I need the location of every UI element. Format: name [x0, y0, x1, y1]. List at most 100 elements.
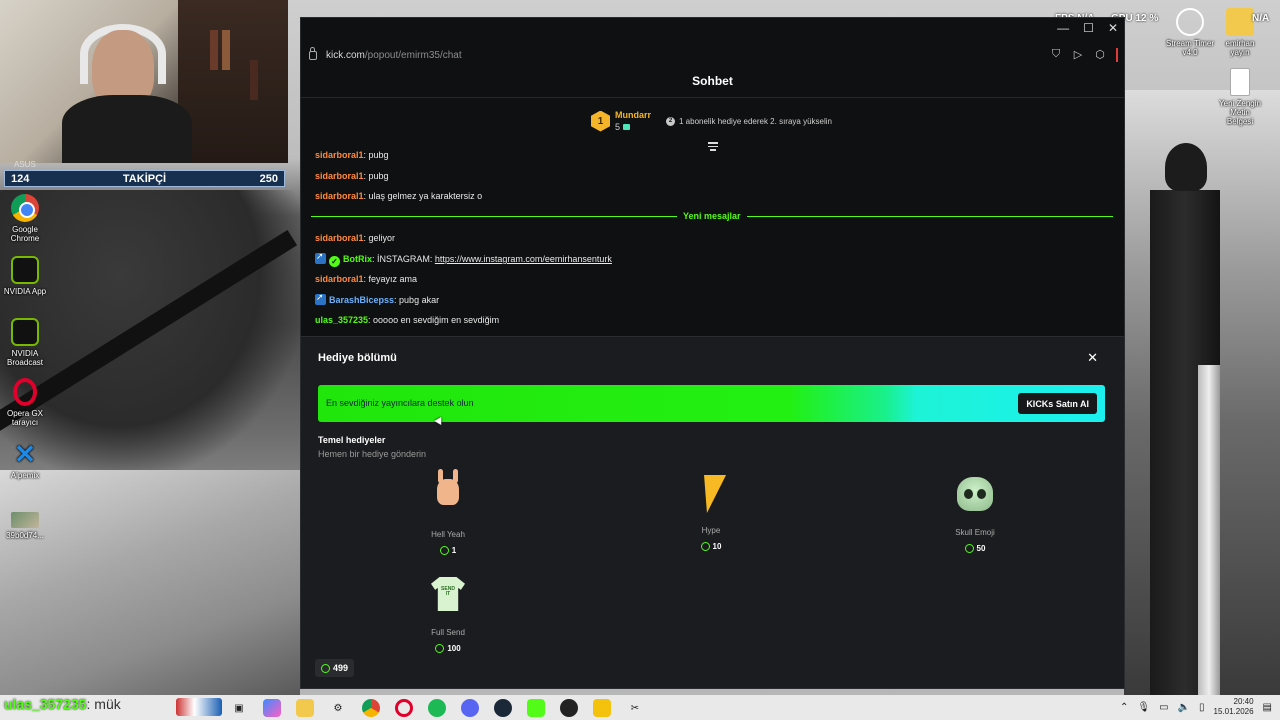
maximize-icon[interactable]: ☐: [1083, 21, 1094, 35]
chat-username[interactable]: sidarboral1: [315, 274, 364, 284]
copilot-icon[interactable]: [263, 699, 281, 717]
desktop-icon-image-file[interactable]: 39b0d74...: [1, 512, 49, 540]
basic-gifts-title: Temel hediyeler: [318, 435, 386, 445]
desktop-icon-stream-timer[interactable]: Stream Timer v4.0: [1166, 8, 1214, 57]
chat-username[interactable]: BarashBicepss: [329, 295, 394, 305]
title-divider: [301, 97, 1124, 98]
nvidia-broadcast-icon: [11, 318, 39, 346]
desktop-icon-label: emirhan yayın: [1225, 39, 1255, 57]
chat-text: : pubg akar: [394, 295, 440, 305]
gift-leaderboard[interactable]: 1 Mundarr 5 2 1 abonelik hediye ederek 2…: [591, 109, 832, 133]
chat-username[interactable]: sidarboral1: [315, 191, 364, 201]
stream-chat-overlay: ulas_357235: mük: [4, 696, 121, 712]
desktop-icon-label: Yeni Zengin Metin Belgesi: [1219, 99, 1261, 126]
close-window-icon[interactable]: ✕: [1108, 21, 1118, 35]
leader-name: Mundarr: [615, 110, 651, 120]
taskbar-widget-logo[interactable]: [176, 698, 222, 716]
desktop-icon-opera-gx[interactable]: Opera GX tarayıcı: [1, 378, 49, 427]
wallpaper-post-cap: [1165, 143, 1207, 191]
chevron-up-icon[interactable]: ⌃: [1120, 702, 1128, 713]
webcam-book: [210, 30, 218, 70]
extension-icon[interactable]: ⬡: [1094, 48, 1106, 62]
desktop-icon-nvidia-broadcast[interactable]: NVIDIA Broadcast: [1, 318, 49, 367]
microphone-icon[interactable]: 🎙: [1137, 702, 1150, 713]
desktop-icon-label: Alpemix: [10, 471, 40, 480]
minimize-icon[interactable]: —: [1057, 21, 1069, 35]
close-icon[interactable]: ✕: [1087, 350, 1098, 366]
volume-icon[interactable]: 🔈: [1178, 702, 1190, 713]
leader-info: Mundarr 5: [615, 109, 651, 133]
promo-text: En sevdiğiniz yayıncılara destek olun: [326, 398, 474, 408]
wallpaper-terrace: [0, 470, 300, 695]
follower-goal: 250: [259, 172, 278, 185]
desktop-icon-chrome[interactable]: Google Chrome: [1, 194, 49, 243]
gift-name: Skull Emoji: [955, 528, 995, 537]
gift-card-full-send[interactable]: Full Send 100: [398, 574, 498, 658]
chat-username[interactable]: sidarboral1: [315, 171, 364, 181]
address-bar[interactable]: kick.com /popout/emirm35/chat ⛉ ▷ ⬡: [301, 45, 1124, 65]
desktop-icon-alpemix[interactable]: ✕ Alpemix: [1, 440, 49, 480]
buy-kicks-button[interactable]: KICKs Satın Al: [1018, 393, 1097, 414]
shield-icon[interactable]: ⛉: [1050, 48, 1062, 62]
battery-icon[interactable]: ▯: [1199, 702, 1205, 713]
chat-text: : pubg: [363, 150, 389, 160]
wallpaper-lamp: [1198, 365, 1220, 695]
recording-indicator: [1116, 48, 1118, 62]
clock-time: 20:40: [1233, 697, 1254, 706]
gift-panel-title: Hediye bölümü: [318, 352, 397, 364]
chat-username[interactable]: sidarboral1: [315, 233, 364, 243]
alpemix-icon: ✕: [14, 439, 36, 469]
scroll-to-bottom-icon[interactable]: [708, 142, 718, 151]
webcam-book: [250, 60, 258, 100]
webcam-streamer-body: [62, 95, 192, 163]
gift-card-hype[interactable]: Hype 10: [661, 475, 761, 556]
gift-card-hell-yeah[interactable]: Hell Yeah 1: [398, 469, 498, 560]
rockstar-icon[interactable]: [593, 699, 611, 717]
overlay-message: : mük: [86, 696, 121, 712]
taskbar-apps: ▣ ⚙ ✂: [230, 699, 644, 717]
leader-count: 5: [615, 121, 651, 133]
url-host: kick.com: [326, 49, 365, 61]
rank-up-icon: 2: [666, 116, 675, 126]
network-icon[interactable]: ▭: [1159, 702, 1168, 713]
opera-gx-taskbar-icon[interactable]: [395, 699, 413, 717]
desktop-icon-label: Google Chrome: [10, 225, 40, 243]
chat-link[interactable]: https://www.instagram.com/eemirhansentur…: [435, 254, 612, 264]
gift-icon: [623, 124, 631, 130]
shirt-icon: [430, 577, 466, 617]
gift-price: 100: [435, 644, 461, 653]
spotify-icon[interactable]: [428, 699, 446, 717]
gift-card-skull-emoji[interactable]: Skull Emoji 50: [925, 475, 1025, 558]
desktop-icon-nvidia-app[interactable]: NVIDIA App: [1, 256, 49, 296]
chat-username[interactable]: ulas_357235: [315, 315, 368, 325]
file-explorer-icon[interactable]: [296, 699, 314, 717]
chat-message: sidarboral1: geliyor: [315, 233, 395, 243]
task-view-icon[interactable]: ▣: [230, 699, 248, 717]
gift-name: Hype: [701, 526, 721, 535]
kicks-promo-banner: En sevdiğiniz yayıncılara destek olun KI…: [318, 385, 1105, 422]
kick-app-icon[interactable]: [527, 699, 545, 717]
send-icon[interactable]: ▷: [1072, 48, 1084, 62]
discord-icon[interactable]: [461, 699, 479, 717]
chrome-taskbar-icon[interactable]: [362, 699, 380, 717]
clock[interactable]: 20:40 15.01.2026: [1214, 697, 1254, 717]
chat-text: : ulaş gelmez ya karaktersiz o: [363, 191, 483, 201]
chat-username[interactable]: BotRix: [343, 254, 372, 264]
steam-icon[interactable]: [494, 699, 512, 717]
notification-icon[interactable]: ▤: [1263, 702, 1272, 713]
overlay-username: ulas_357235: [4, 696, 87, 712]
chat-username[interactable]: sidarboral1: [315, 150, 364, 160]
hud-extra-value: N/A: [1252, 13, 1270, 24]
settings-icon[interactable]: ⚙: [329, 699, 347, 717]
desktop-icon-document[interactable]: Yeni Zengin Metin Belgesi: [1216, 68, 1264, 126]
gift-panel: Hediye bölümü ✕ En sevdiğiniz yayıncılar…: [301, 336, 1124, 688]
bot-badge-icon: [315, 292, 326, 305]
chat-title: Sohbet: [692, 74, 733, 88]
asus-label: ASUS: [14, 160, 36, 169]
timer-icon: [1176, 8, 1204, 36]
obs-icon[interactable]: [560, 699, 578, 717]
capcut-icon[interactable]: ✂: [626, 699, 644, 717]
kicks-balance[interactable]: 499: [315, 659, 355, 677]
rock-hand-icon: [430, 469, 466, 519]
new-messages-label: Yeni mesajlar: [677, 211, 747, 221]
